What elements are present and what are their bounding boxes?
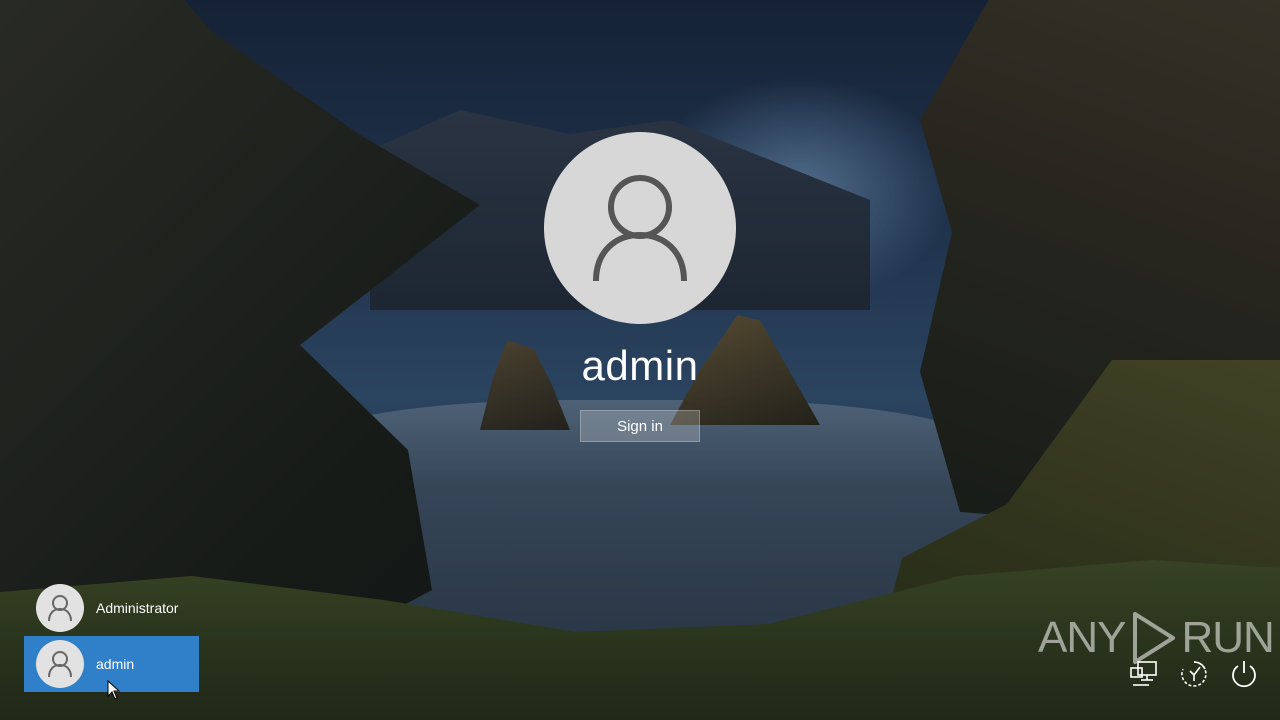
user-icon (593, 175, 687, 282)
avatar (36, 584, 84, 632)
user-icon (48, 651, 72, 678)
network-icon (1130, 661, 1157, 686)
mouse-cursor-icon (107, 680, 121, 700)
user-icon (48, 595, 72, 622)
user-list-item-administrator[interactable]: Administrator (24, 580, 199, 636)
network-button[interactable] (1128, 656, 1160, 692)
system-tray (1128, 656, 1260, 692)
power-icon (1232, 661, 1256, 688)
user-list-item-label: admin (96, 656, 135, 672)
sign-in-button[interactable]: Sign in (580, 410, 700, 442)
user-list-item-label: Administrator (96, 600, 179, 616)
avatar (36, 640, 84, 688)
power-button[interactable] (1228, 656, 1260, 692)
ease-of-access-button[interactable] (1178, 656, 1210, 692)
user-avatar-large (544, 132, 736, 324)
watermark-text-left: ANY (1038, 613, 1126, 662)
ease-of-access-icon (1181, 661, 1207, 687)
user-list: Administrator admin (24, 580, 199, 692)
username-label: admin (581, 342, 699, 389)
